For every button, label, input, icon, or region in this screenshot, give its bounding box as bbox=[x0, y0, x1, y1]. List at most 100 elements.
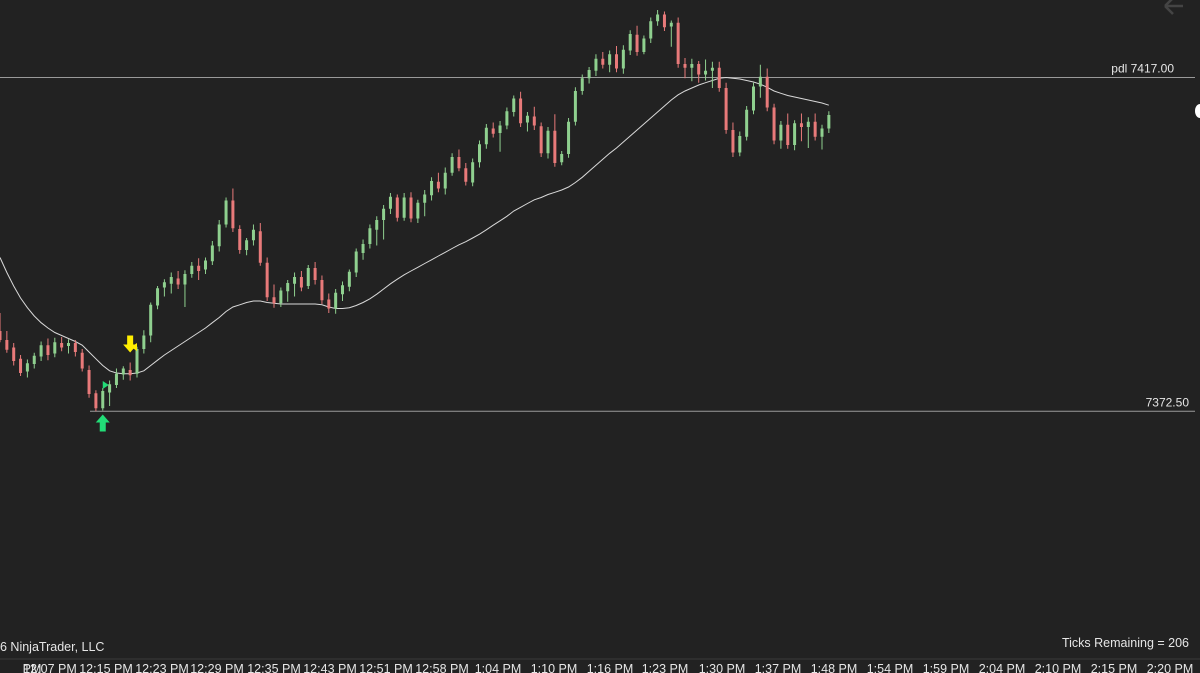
candle-body bbox=[245, 240, 249, 250]
candle bbox=[752, 82, 755, 115]
candle bbox=[224, 197, 228, 228]
candle bbox=[683, 58, 687, 79]
candle-body bbox=[553, 130, 557, 163]
price-levels: pdl 7417.00 7372.50 bbox=[0, 62, 1195, 412]
candle bbox=[649, 17, 653, 43]
candle bbox=[238, 225, 242, 254]
candle-body bbox=[12, 347, 16, 361]
candle-body bbox=[368, 228, 372, 244]
candle-body bbox=[765, 76, 769, 108]
candle-body bbox=[793, 123, 797, 145]
candle-body bbox=[190, 265, 194, 274]
candle bbox=[306, 265, 310, 289]
candle bbox=[793, 120, 797, 151]
back-arrow-icon[interactable] bbox=[1164, 0, 1183, 15]
candle-body bbox=[567, 121, 571, 154]
candle bbox=[717, 61, 721, 92]
candle-body bbox=[87, 370, 91, 394]
candle-body bbox=[94, 393, 98, 409]
candle bbox=[745, 106, 749, 141]
candle-body bbox=[827, 115, 831, 129]
candle bbox=[594, 54, 598, 76]
candle bbox=[813, 113, 817, 141]
candle bbox=[731, 122, 735, 157]
candle-body bbox=[573, 91, 577, 122]
candle-body bbox=[436, 181, 440, 189]
candle bbox=[806, 117, 810, 148]
x-tick-label: 1:48 PM bbox=[811, 662, 858, 673]
candle-body bbox=[786, 124, 790, 145]
candle bbox=[827, 111, 831, 133]
candle-body bbox=[265, 262, 269, 298]
x-tick-label: 1:16 PM bbox=[587, 662, 634, 673]
candle bbox=[245, 238, 249, 256]
scroll-handle-icon[interactable] bbox=[1195, 104, 1200, 118]
time-axis: PM12:07 PM 12:15 PM 12:23 PM 12:29 PM 12:35 … bbox=[0, 658, 1200, 673]
candle-body bbox=[601, 58, 605, 65]
candle bbox=[635, 25, 639, 56]
candle bbox=[772, 103, 776, 145]
candle bbox=[162, 279, 166, 297]
candle-body bbox=[204, 260, 207, 270]
candle bbox=[67, 339, 70, 354]
candle-body bbox=[635, 34, 639, 52]
candle-body bbox=[450, 157, 454, 173]
candle-body bbox=[738, 136, 742, 153]
candle bbox=[286, 280, 290, 302]
candle-body bbox=[388, 196, 392, 209]
candle-body bbox=[395, 197, 399, 218]
level-label: pdl 7417.00 bbox=[1111, 62, 1174, 76]
candle bbox=[169, 272, 173, 294]
copyright-text: 6 NinjaTrader, LLC bbox=[0, 640, 104, 654]
candle-body bbox=[306, 268, 310, 286]
candle-body bbox=[375, 220, 379, 230]
candle-body bbox=[183, 274, 187, 285]
ticks-remaining: Ticks Remaining = 206 bbox=[1062, 636, 1189, 650]
candle-body bbox=[409, 197, 413, 219]
candle-body bbox=[114, 373, 118, 385]
candle bbox=[464, 163, 468, 186]
candle-body bbox=[676, 22, 680, 64]
candle bbox=[53, 337, 57, 358]
candle-body bbox=[224, 200, 228, 225]
candle bbox=[484, 124, 488, 149]
candle bbox=[313, 262, 317, 285]
candle-body bbox=[539, 126, 543, 154]
moving-average bbox=[0, 76, 830, 375]
candle bbox=[621, 45, 625, 74]
candle bbox=[799, 113, 803, 142]
candle-body bbox=[169, 277, 173, 284]
candle bbox=[615, 46, 618, 73]
x-tick-label: 1:04 PM bbox=[475, 662, 522, 673]
candle-body bbox=[491, 128, 495, 134]
candle bbox=[436, 172, 440, 193]
candle bbox=[395, 194, 399, 222]
candle-body bbox=[354, 251, 358, 273]
candle bbox=[347, 269, 351, 292]
candle-body bbox=[669, 22, 673, 27]
candle bbox=[553, 114, 557, 167]
candle-body bbox=[210, 245, 214, 262]
candle bbox=[525, 112, 529, 132]
x-tick-label: 12:43 PM bbox=[303, 662, 357, 673]
candle bbox=[334, 289, 338, 314]
candle bbox=[587, 67, 591, 84]
candle bbox=[669, 20, 673, 47]
candle-body bbox=[683, 64, 687, 68]
price-chart[interactable]: pdl 7417.007372.50 PM12:07 PM 12:15 PM 12:… bbox=[0, 0, 1200, 673]
candle-body bbox=[649, 21, 653, 39]
candle-body bbox=[430, 181, 434, 196]
candle-body bbox=[361, 244, 365, 253]
candle bbox=[519, 91, 523, 127]
candle-body bbox=[478, 144, 481, 163]
candle-body bbox=[704, 70, 708, 75]
candle-body bbox=[525, 115, 529, 123]
sell-arrow-icon bbox=[123, 335, 138, 353]
candle bbox=[197, 258, 201, 280]
candle bbox=[608, 50, 612, 73]
candle bbox=[258, 223, 262, 266]
candle bbox=[738, 131, 742, 157]
candle-body bbox=[80, 352, 84, 369]
candle bbox=[361, 239, 365, 260]
candle-body bbox=[662, 14, 666, 28]
